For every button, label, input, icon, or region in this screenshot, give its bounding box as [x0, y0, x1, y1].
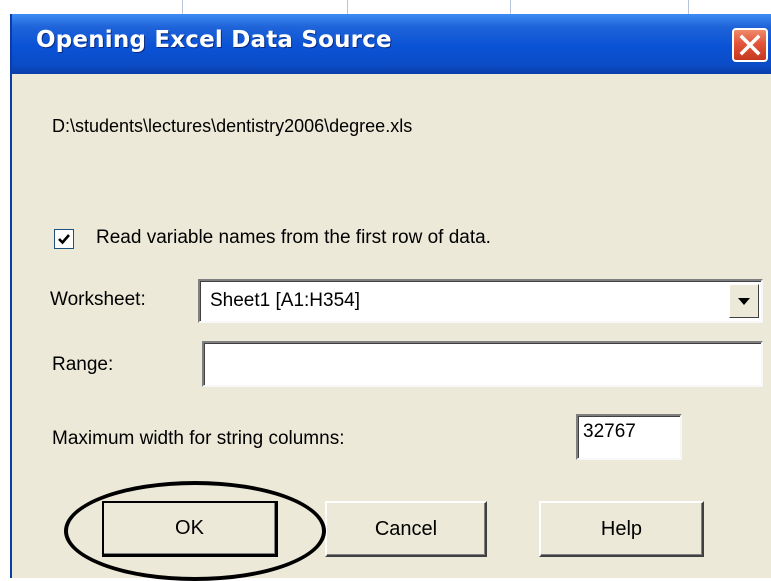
range-label: Range:: [52, 354, 114, 375]
column-divider: [347, 0, 348, 14]
help-button[interactable]: Help: [539, 501, 704, 557]
worksheet-label: Worksheet:: [50, 289, 146, 310]
max-width-value: 32767: [583, 421, 636, 442]
file-path: D:\students\lectures\dentistry2006\degre…: [52, 116, 413, 136]
worksheet-value: Sheet1 [A1:H354]: [210, 290, 360, 311]
worksheet-dropdown-button[interactable]: [729, 284, 759, 318]
close-icon: [739, 34, 761, 56]
read-names-label[interactable]: Read variable names from the first row o…: [96, 227, 491, 249]
column-divider: [182, 0, 183, 14]
max-width-input[interactable]: 32767: [576, 414, 682, 460]
range-input[interactable]: [202, 341, 763, 387]
cancel-button[interactable]: Cancel: [325, 501, 487, 557]
close-button[interactable]: [732, 28, 768, 62]
dialog-title: Opening Excel Data Source: [36, 27, 392, 53]
worksheet-select[interactable]: Sheet1 [A1:H354]: [198, 279, 763, 323]
chevron-down-icon: [738, 298, 750, 305]
title-bar[interactable]: Opening Excel Data Source: [12, 14, 771, 74]
ok-button[interactable]: OK: [102, 501, 278, 557]
read-names-checkbox[interactable]: [54, 229, 74, 249]
column-divider: [510, 0, 511, 14]
column-divider: [688, 0, 689, 14]
checkmark-icon: [58, 234, 70, 245]
excel-data-source-dialog: Opening Excel Data Source D:\students\le…: [10, 14, 771, 581]
max-width-label: Maximum width for string columns:: [52, 428, 345, 449]
